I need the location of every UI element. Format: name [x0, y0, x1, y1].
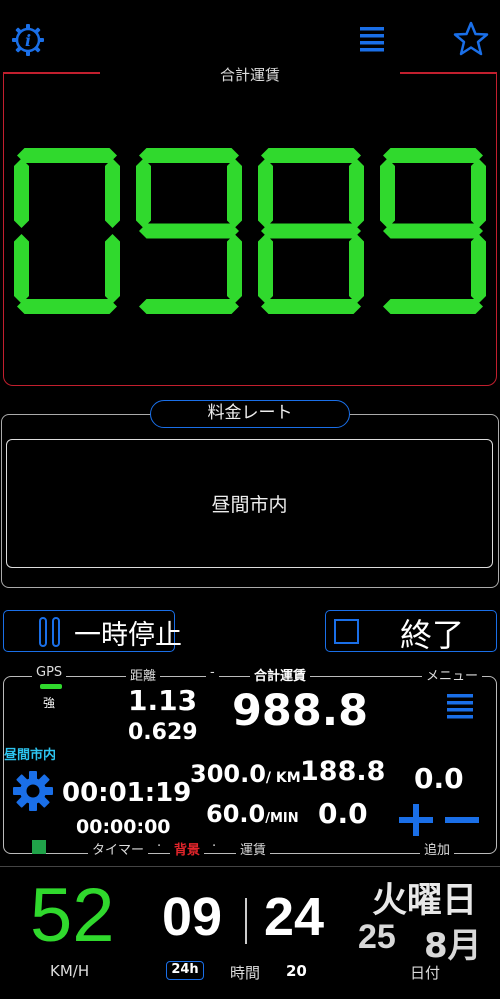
fare-digit-1-segment-a: [139, 148, 239, 163]
date-day: 25: [358, 918, 396, 956]
fare-digit-2-segment-c: [349, 234, 364, 304]
fare-digit-0-segment-a: [17, 148, 117, 163]
date-label: 日付: [410, 964, 441, 982]
fare-digit-1-segment-g: [139, 223, 239, 239]
background-label[interactable]: 背景: [170, 839, 205, 858]
total-fare-value: 988.8: [232, 686, 369, 736]
gps-signal-bar: [40, 684, 62, 689]
menu-label: メニュー: [422, 665, 483, 684]
fare-digit-2-segment-b: [349, 158, 364, 228]
info-gear-icon[interactable]: i: [10, 22, 46, 58]
bottom-divider: [0, 866, 500, 867]
km-fare-value: 188.8: [300, 756, 386, 787]
clock-hour: 09: [162, 887, 223, 947]
fare-digit-3-segment-b: [471, 158, 486, 228]
hamburger-icon[interactable]: [356, 24, 388, 56]
rate-per-km-value: 300.0: [190, 760, 266, 788]
status-indicator: [32, 840, 46, 854]
timer-sub-value: 00:00:00: [76, 816, 171, 838]
fare-panel-edge: [3, 72, 100, 74]
pause-icon: [38, 617, 62, 647]
fare-digit-3-segment-d: [383, 299, 483, 314]
total-fare-label: 合計運賃: [250, 665, 311, 684]
pause-label: 一時停止: [74, 620, 182, 651]
fare-digit-1-segment-d: [139, 299, 239, 314]
date-month: 8月: [424, 926, 482, 966]
fare-digit-2-segment-e: [258, 234, 273, 304]
24h-toggle[interactable]: 24h: [166, 961, 204, 980]
fare-digit-3-segment-f: [380, 158, 395, 228]
gps-strength: 強: [43, 696, 56, 710]
add-label: 追加: [420, 839, 455, 858]
add-value: 0.0: [414, 762, 464, 795]
clock-minute: 24: [264, 887, 325, 947]
fare-digit-3-segment-c: [471, 234, 486, 304]
fare-digit-1-segment-c: [227, 234, 242, 304]
speed-value: 52: [30, 873, 115, 958]
rate-per-min-value: 60.0: [206, 800, 266, 828]
fare-digit-1-segment-b: [227, 158, 242, 228]
stop-square-icon: [334, 619, 359, 644]
fare-label: 運賃: [236, 839, 271, 858]
clock-divider: [245, 898, 247, 944]
gps-label: GPS: [32, 665, 67, 680]
min-fare-value: 0.0: [318, 797, 368, 830]
fare-digit-3-segment-g: [383, 223, 483, 239]
svg-text:i: i: [25, 31, 31, 50]
fare-digit-1-segment-f: [136, 158, 151, 228]
fare-digit-3-segment-a: [383, 148, 483, 163]
fare-digit-0-segment-e: [14, 234, 29, 304]
time-label: 時間: [230, 964, 261, 982]
fare-digit-2-segment-f: [258, 158, 273, 228]
fare-panel-edge: [400, 72, 497, 74]
fare-digits-display: [14, 148, 486, 314]
separator-dot: ·: [212, 839, 217, 854]
star-icon[interactable]: [452, 20, 490, 58]
current-rate-name: 昼間市内: [4, 748, 57, 763]
rate-per-km: 300.0/ KM: [190, 760, 301, 788]
rate-name: 昼間市内: [211, 494, 288, 516]
fare-digit-2-segment-g: [261, 223, 361, 239]
plus-icon[interactable]: [398, 804, 434, 836]
separator-dot: ·: [157, 839, 162, 854]
rate-per-min: 60.0/MIN: [206, 800, 299, 828]
distance-value: 1.13: [128, 684, 198, 717]
separator-dash: -: [206, 665, 219, 680]
menu-list-icon[interactable]: [446, 692, 474, 722]
fare-title: 合計運賃: [219, 66, 280, 84]
fare-digit-0-segment-d: [17, 299, 117, 314]
rate-selector[interactable]: 昼間市内: [6, 439, 493, 568]
rate-per-min-unit: /MIN: [265, 811, 299, 826]
timer-label: タイマー: [88, 839, 149, 858]
weekday: 火曜日: [372, 881, 478, 921]
fare-digit-2-segment-a: [261, 148, 361, 163]
minus-icon[interactable]: [444, 804, 480, 836]
distance-sub-value: 0.629: [128, 720, 198, 745]
fare-digit-0-segment-f: [14, 158, 29, 228]
rate-per-km-unit: / KM: [265, 770, 301, 786]
fare-digit-0-segment-c: [105, 234, 120, 304]
distance-label: 距離: [126, 665, 161, 684]
stop-label: 終了: [400, 616, 465, 654]
rate-title[interactable]: 料金レート: [150, 400, 350, 428]
timer-value: 00:01:19: [62, 778, 192, 808]
gear-icon[interactable]: [12, 770, 54, 812]
fare-digit-2-segment-d: [261, 299, 361, 314]
fare-digit-0-segment-b: [105, 158, 120, 228]
clock-second: 20: [286, 962, 307, 980]
speed-unit: KM/H: [50, 962, 90, 980]
